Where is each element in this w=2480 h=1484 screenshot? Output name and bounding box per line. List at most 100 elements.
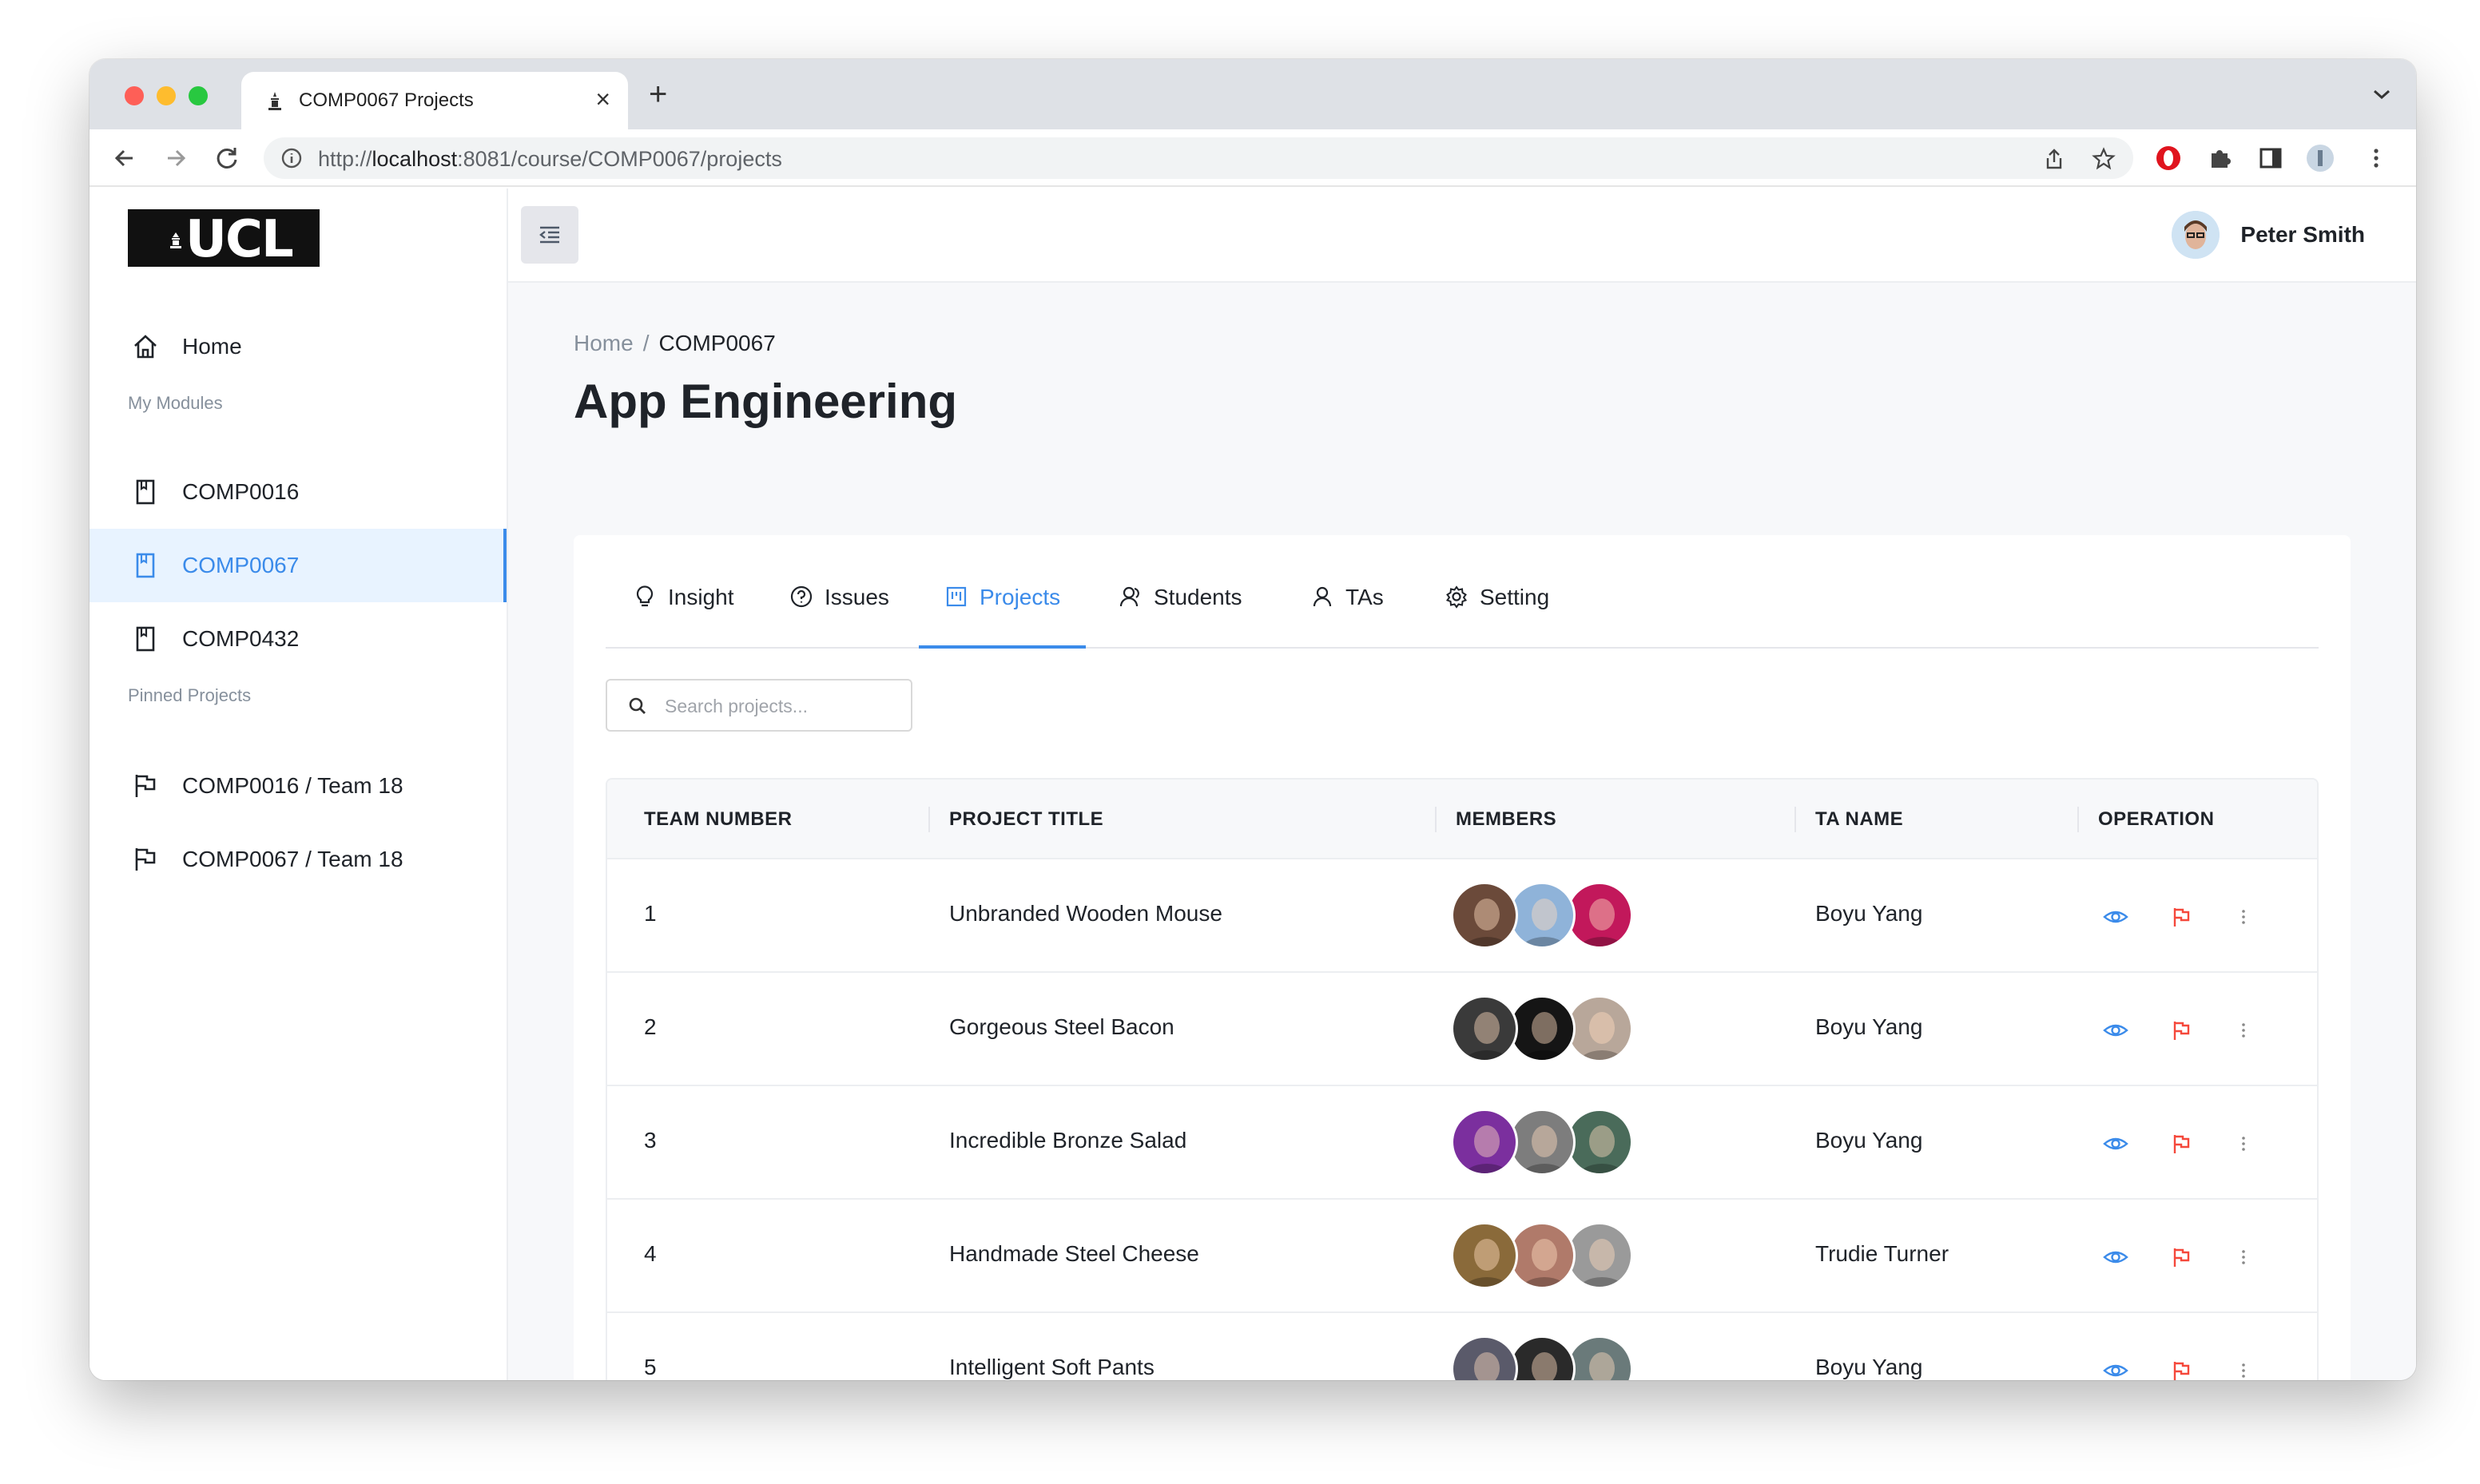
avatar[interactable] (1508, 995, 1576, 1062)
more-vertical-icon[interactable] (2231, 1131, 2256, 1157)
avatar[interactable] (1451, 1222, 1518, 1289)
avatar[interactable] (1508, 882, 1576, 949)
sidebar-item-comp0067[interactable]: COMP0067 (89, 529, 507, 602)
side-panel-icon[interactable] (2256, 144, 2285, 173)
avatar[interactable] (1566, 1109, 1633, 1176)
avatar[interactable] (1566, 1335, 1633, 1380)
table-row[interactable]: 5 Intelligent Soft Pants Boyu Yang (607, 1313, 2317, 1380)
avatar[interactable] (1508, 1222, 1576, 1289)
chevron-down-icon[interactable] (2371, 86, 2392, 102)
avatar[interactable] (1451, 1109, 1518, 1176)
address-bar[interactable]: http://localhost:8081/course/COMP0067/pr… (264, 137, 2133, 179)
project-title-cell[interactable]: Intelligent Soft Pants (949, 1355, 1155, 1380)
project-board-icon (946, 586, 967, 607)
member-portrait-icon (1464, 899, 1510, 946)
view-eye-icon[interactable] (2103, 1131, 2128, 1157)
view-eye-icon[interactable] (2103, 1244, 2128, 1270)
ucl-logo[interactable]: UCL (128, 209, 320, 268)
avatar[interactable] (1451, 995, 1518, 1062)
tab-setting[interactable]: Setting (1445, 585, 1549, 649)
more-vertical-icon[interactable] (2231, 1358, 2256, 1380)
tab-tas[interactable]: TAs (1310, 585, 1384, 649)
opera-extension-icon[interactable] (2154, 144, 2183, 173)
tab-label: TAs (1345, 585, 1384, 609)
view-eye-icon[interactable] (2103, 1018, 2128, 1043)
search-projects-box[interactable] (606, 679, 912, 732)
search-input[interactable] (665, 690, 896, 722)
back-icon[interactable] (110, 144, 139, 173)
column-divider (1794, 807, 1796, 832)
column-divider (2077, 807, 2079, 832)
pin-flag-icon[interactable] (2168, 1018, 2194, 1043)
pin-flag-icon[interactable] (2168, 1358, 2194, 1380)
projects-table: TEAM NUMBER PROJECT TITLE MEMBERS TA NAM… (606, 778, 2319, 1380)
column-divider (1435, 807, 1437, 832)
column-header-project-title[interactable]: PROJECT TITLE (949, 808, 1103, 831)
forward-icon[interactable] (161, 144, 190, 173)
user-menu[interactable]: Peter Smith (2172, 211, 2365, 259)
tab-students[interactable]: Students (1119, 585, 1242, 649)
project-title-cell[interactable]: Incredible Bronze Salad (949, 1128, 1186, 1153)
table-row[interactable]: 4 Handmade Steel Cheese Trudie Turner (607, 1200, 2317, 1313)
pin-flag-icon[interactable] (2168, 1131, 2194, 1157)
avatar[interactable] (1508, 1335, 1576, 1380)
info-icon[interactable] (281, 148, 302, 169)
avatar[interactable] (1508, 1109, 1576, 1176)
member-portrait-icon (1579, 1125, 1625, 1173)
bulb-icon (636, 585, 654, 607)
project-title-cell[interactable]: Gorgeous Steel Bacon (949, 1014, 1174, 1040)
sidebar-item-pinned-comp0067-team18[interactable]: COMP0067 / Team 18 (89, 823, 507, 896)
sidebar-item-label: COMP0067 / Team 18 (182, 847, 403, 871)
avatar[interactable] (1566, 1222, 1633, 1289)
breadcrumb-home[interactable]: Home (574, 331, 634, 355)
more-menu-icon[interactable] (2362, 144, 2391, 173)
browser-tab[interactable]: COMP0067 Projects × (241, 72, 628, 129)
close-window-button[interactable] (125, 86, 144, 105)
maximize-window-button[interactable] (189, 86, 208, 105)
column-header-team-number[interactable]: TEAM NUMBER (644, 808, 793, 831)
tab-close-icon[interactable]: × (595, 85, 610, 113)
minimize-window-button[interactable] (157, 86, 176, 105)
avatar (2172, 211, 2220, 259)
column-header-members[interactable]: MEMBERS (1456, 808, 1556, 831)
new-tab-icon[interactable]: + (649, 78, 667, 110)
avatar[interactable] (1566, 995, 1633, 1062)
view-eye-icon[interactable] (2103, 904, 2128, 930)
collapse-sidebar-button[interactable] (521, 206, 578, 264)
members-avatar-group[interactable] (1451, 1222, 1643, 1289)
members-avatar-group[interactable] (1451, 995, 1643, 1062)
pin-flag-icon[interactable] (2168, 904, 2194, 930)
tab-projects[interactable]: Projects (919, 585, 1087, 649)
gear-icon (1445, 585, 1468, 609)
members-avatar-group[interactable] (1451, 882, 1643, 949)
pin-flag-icon[interactable] (2168, 1244, 2194, 1270)
column-header-operation: OPERATION (2098, 808, 2215, 830)
tab-issues[interactable]: Issues (789, 585, 889, 649)
sidebar-item-comp0016[interactable]: COMP0016 (89, 455, 507, 529)
more-vertical-icon[interactable] (2231, 904, 2256, 930)
members-avatar-group[interactable] (1451, 1109, 1643, 1176)
more-vertical-icon[interactable] (2231, 1018, 2256, 1043)
table-row[interactable]: 3 Incredible Bronze Salad Boyu Yang (607, 1086, 2317, 1200)
members-avatar-group[interactable] (1451, 1335, 1643, 1380)
table-row[interactable]: 2 Gorgeous Steel Bacon Boyu Yang (607, 973, 2317, 1086)
sidebar-item-label: COMP0016 (182, 479, 300, 504)
project-title-cell[interactable]: Unbranded Wooden Mouse (949, 901, 1222, 927)
project-title-cell[interactable]: Handmade Steel Cheese (949, 1241, 1199, 1267)
avatar[interactable] (1451, 882, 1518, 949)
bookmark-star-icon[interactable] (2092, 147, 2116, 171)
share-icon[interactable] (2042, 147, 2066, 171)
extensions-puzzle-icon[interactable] (2205, 144, 2234, 173)
avatar[interactable] (1451, 1335, 1518, 1380)
sidebar-item-home[interactable]: Home (89, 310, 507, 383)
sidebar-item-comp0432[interactable]: COMP0432 (89, 602, 507, 676)
tab-insight[interactable]: Insight (633, 585, 734, 649)
profile-avatar-icon[interactable] (2306, 144, 2335, 173)
more-vertical-icon[interactable] (2231, 1244, 2256, 1270)
avatar[interactable] (1566, 882, 1633, 949)
reload-icon[interactable] (213, 144, 241, 173)
table-row[interactable]: 1 Unbranded Wooden Mouse Boyu Yang (607, 859, 2317, 973)
view-eye-icon[interactable] (2103, 1358, 2128, 1380)
sidebar-item-pinned-comp0016-team18[interactable]: COMP0016 / Team 18 (89, 749, 507, 823)
column-header-ta-name[interactable]: TA NAME (1815, 808, 1903, 831)
